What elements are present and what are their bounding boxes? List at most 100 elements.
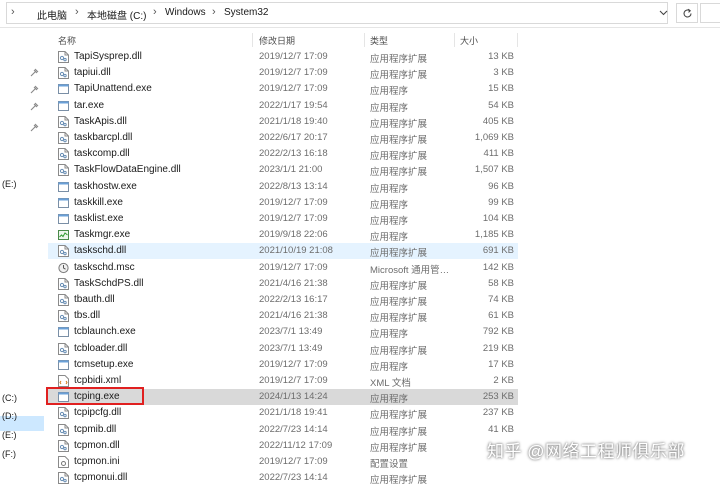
file-row[interactable]: tasklist.exe 2019/12/7 17:09 应用程序 104 KB (48, 211, 518, 227)
address-history-dropdown[interactable] (656, 6, 670, 20)
address-box[interactable]: › 此电脑 › 本地磁盘 (C:) › Windows › System32 (6, 2, 668, 24)
file-type: 应用程序扩展 (370, 475, 428, 487)
file-row[interactable]: taskkill.exe 2019/12/7 17:09 应用程序 99 KB (48, 195, 518, 211)
file-type: Microsoft 通用管… (370, 264, 450, 276)
pin-icon[interactable] (30, 84, 40, 94)
file-date: 2021/1/18 19:40 (259, 115, 328, 127)
breadcrumb-windows[interactable]: Windows (165, 7, 206, 18)
file-name: taskbarcpl.dll (74, 132, 133, 143)
file-type: 应用程序扩展 (370, 345, 428, 357)
file-date: 2021/4/16 21:38 (259, 310, 328, 322)
file-row[interactable]: TaskSchdPS.dll 2021/4/16 21:38 应用程序扩展 58 KB (48, 276, 518, 292)
file-name: tcpbidi.xml (74, 375, 122, 386)
chevron-right-icon[interactable]: › (75, 6, 79, 18)
file-row[interactable]: tcblaunch.exe 2023/7/1 13:49 应用程序 792 KB (48, 324, 518, 340)
file-name: TaskApis.dll (74, 115, 127, 127)
file-type: 应用程序扩展 (370, 118, 428, 130)
file-type: 应用程序 (370, 199, 409, 211)
exe-file-icon (58, 326, 69, 338)
nav-drive-f[interactable]: (F:) (2, 449, 16, 459)
file-row[interactable]: tcbloader.dll 2023/7/1 13:49 应用程序扩展 219 KB (48, 341, 518, 357)
file-type: 应用程序扩展 (370, 70, 428, 82)
file-date: 2022/11/12 17:09 (259, 439, 333, 451)
pin-icon[interactable] (30, 101, 40, 111)
column-divider[interactable] (364, 33, 365, 47)
watermark: 知乎 @网络工程师俱乐部 (487, 442, 685, 461)
file-row[interactable]: tcpmon.ini 2019/12/7 17:09 配置设置 (48, 454, 518, 470)
file-date: 2021/1/18 19:41 (259, 407, 328, 419)
file-size: 17 KB (488, 358, 514, 370)
nav-drive-c[interactable]: (C:) (2, 393, 17, 403)
file-row[interactable]: tbs.dll 2021/4/16 21:38 应用程序扩展 61 KB (48, 308, 518, 324)
file-row[interactable]: tapiui.dll 2019/12/7 17:09 应用程序扩展 3 KB (48, 65, 518, 81)
dll-file-icon (58, 115, 69, 128)
breadcrumb-system32[interactable]: System32 (224, 7, 268, 18)
file-row[interactable]: taskcomp.dll 2022/2/13 16:18 应用程序扩展 411 KB (48, 146, 518, 162)
refresh-button[interactable] (676, 3, 698, 23)
file-name: tcpipcfg.dll (74, 407, 122, 419)
file-date: 2022/8/13 13:14 (259, 180, 328, 192)
file-type: 应用程序扩展 (370, 297, 428, 308)
file-row[interactable]: TaskFlowDataEngine.dll 2023/1/1 21:00 应用程序… (48, 162, 518, 178)
refresh-icon (682, 8, 692, 18)
file-date: 2019/12/7 17:09 (259, 67, 328, 79)
file-name: tasklist.exe (74, 213, 124, 224)
file-row[interactable]: Taskmgr.exe 2019/9/18 22:06 应用程序 1,185 KB (48, 227, 518, 243)
file-type: 应用程序扩展 (370, 280, 428, 292)
file-size: 58 KB (488, 277, 514, 289)
file-row[interactable]: tar.exe 2022/1/17 19:54 应用程序 54 KB (48, 98, 518, 114)
column-divider[interactable] (517, 33, 518, 47)
file-size: 3 KB (493, 67, 514, 79)
pin-icon[interactable] (30, 122, 40, 132)
file-name: tcbloader.dll (74, 342, 128, 354)
file-size: 253 KB (482, 391, 514, 403)
column-size[interactable]: 大小 (460, 34, 478, 47)
column-type[interactable]: 类型 (370, 34, 388, 47)
file-size: 1,069 KB (474, 132, 514, 143)
file-row[interactable]: taskbarcpl.dll 2022/6/17 20:17 应用程序扩展 1,069… (48, 130, 518, 146)
file-date: 2022/7/23 14:14 (259, 423, 328, 435)
nav-drive-e[interactable]: (E:) (2, 430, 17, 440)
file-size: 1,507 KB (474, 164, 514, 176)
file-type: 应用程序扩展 (370, 167, 428, 179)
pin-icon[interactable] (30, 67, 40, 77)
breadcrumb-this-pc[interactable]: 此电脑 (37, 7, 67, 22)
column-name[interactable]: 名称 (58, 34, 76, 47)
chevron-right-icon[interactable]: › (11, 6, 15, 18)
file-date: 2019/12/7 17:09 (259, 196, 328, 208)
file-size: 104 KB (482, 213, 514, 224)
file-type: 应用程序 (370, 329, 409, 341)
file-name: TaskFlowDataEngine.dll (74, 164, 181, 176)
chevron-right-icon[interactable]: › (153, 6, 157, 18)
file-row[interactable]: tcpipcfg.dll 2021/1/18 19:41 应用程序扩展 237 KB (48, 405, 518, 421)
column-divider[interactable] (454, 33, 455, 47)
file-row[interactable]: TapiSysprep.dll 2019/12/7 17:09 应用程序扩展 13 K… (48, 49, 518, 65)
file-name: tapiui.dll (74, 67, 111, 79)
dll-file-icon (58, 245, 69, 258)
file-row[interactable]: tcmsetup.exe 2019/12/7 17:09 应用程序 17 KB (48, 357, 518, 373)
file-name: tcmsetup.exe (74, 358, 134, 370)
column-date[interactable]: 修改日期 (259, 34, 295, 47)
file-row[interactable]: tcpmon.dll 2022/11/12 17:09 应用程序扩展 (48, 438, 518, 454)
file-size: 41 KB (488, 423, 514, 435)
breadcrumb-local-disk[interactable]: 本地磁盘 (C:) (87, 7, 146, 22)
file-row[interactable]: TapiUnattend.exe 2019/12/7 17:09 应用程序 15 KB (48, 81, 518, 97)
dll-file-icon (58, 439, 69, 452)
nav-drive-e[interactable]: (E:) (2, 179, 17, 189)
search-box[interactable] (700, 3, 720, 23)
file-row[interactable]: tcpmib.dll 2022/7/23 14:14 应用程序扩展 41 KB (48, 422, 518, 438)
file-size: 2 KB (493, 375, 514, 386)
file-row[interactable]: taskhostw.exe 2022/8/13 13:14 应用程序 96 KB (48, 179, 518, 195)
file-row[interactable]: taskschd.dll 2021/10/19 21:08 应用程序扩展 691 KB (48, 243, 518, 260)
column-divider[interactable] (252, 33, 253, 47)
file-row[interactable]: TaskApis.dll 2021/1/18 19:40 应用程序扩展 405 KB (48, 114, 518, 130)
nav-drive-d[interactable]: (D:) (2, 411, 17, 421)
file-row[interactable]: taskschd.msc 2019/12/7 17:09 Microsoft 通用管… (48, 260, 518, 276)
file-type: 应用程序 (370, 102, 409, 114)
file-type: 应用程序 (370, 86, 409, 98)
file-row[interactable]: tbauth.dll 2022/2/13 16:17 应用程序扩展 74 KB (48, 292, 518, 308)
file-row[interactable]: tcpmonui.dll 2022/7/23 14:14 应用程序扩展 (48, 470, 518, 486)
file-type: 应用程序扩展 (370, 135, 428, 146)
file-type: 应用程序扩展 (370, 313, 428, 325)
chevron-right-icon[interactable]: › (212, 6, 216, 18)
